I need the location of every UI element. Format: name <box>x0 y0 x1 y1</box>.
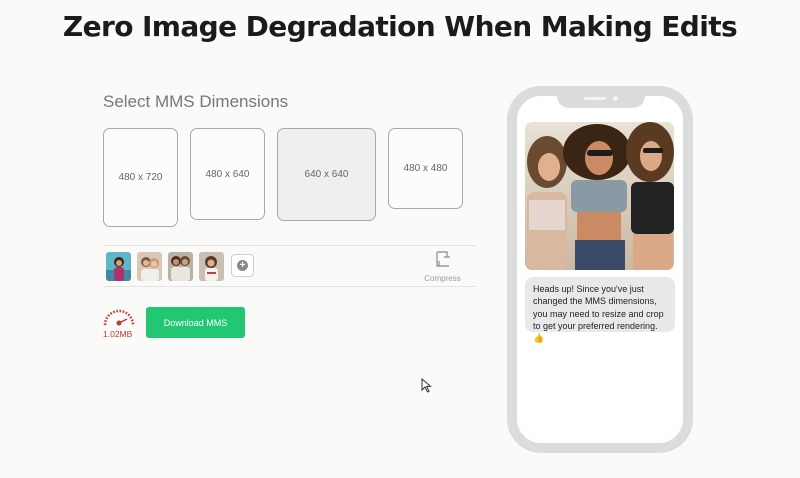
dimension-option-640x640[interactable]: 640 x 640 <box>277 128 376 221</box>
plus-icon: + <box>237 260 248 271</box>
dimension-label: 480 x 720 <box>118 172 163 183</box>
file-size: 1.02MB <box>103 329 133 339</box>
download-mms-button[interactable]: Download MMS <box>146 307 245 338</box>
mms-preview-image <box>525 122 674 270</box>
compress-button[interactable]: Compress <box>420 250 465 283</box>
dimension-option-480x720[interactable]: 480 x 720 <box>103 128 178 227</box>
dimension-label: 640 x 640 <box>304 169 349 180</box>
dimension-option-480x480[interactable]: 480 x 480 <box>388 128 463 209</box>
image-thumbnail[interactable] <box>168 252 193 281</box>
dimensions-title: Select MMS Dimensions <box>103 92 289 111</box>
dimension-label: 480 x 640 <box>205 168 250 180</box>
divider <box>103 245 476 246</box>
message-bubble: Heads up! Since you've just changed the … <box>525 277 675 343</box>
image-thumbnail[interactable] <box>137 252 162 281</box>
mouse-cursor-icon <box>421 378 432 393</box>
dimension-label: 480 x 480 <box>403 163 448 174</box>
image-thumbnail[interactable] <box>106 252 131 281</box>
image-thumbnail[interactable] <box>199 252 224 281</box>
dimension-option-480x640[interactable]: 480 x 640 <box>190 128 265 220</box>
page-headline: Zero Image Degradation When Making Edits <box>62 10 738 43</box>
add-image-button[interactable]: + <box>231 254 254 277</box>
compress-label: Compress <box>424 274 461 283</box>
compress-icon <box>435 251 450 267</box>
phone-speaker <box>584 97 606 100</box>
phone-camera <box>613 96 618 101</box>
message-text: Heads up! Since you've just changed the … <box>533 284 664 331</box>
thumbs-up-icon: 👍 <box>533 333 545 344</box>
divider <box>103 286 476 287</box>
